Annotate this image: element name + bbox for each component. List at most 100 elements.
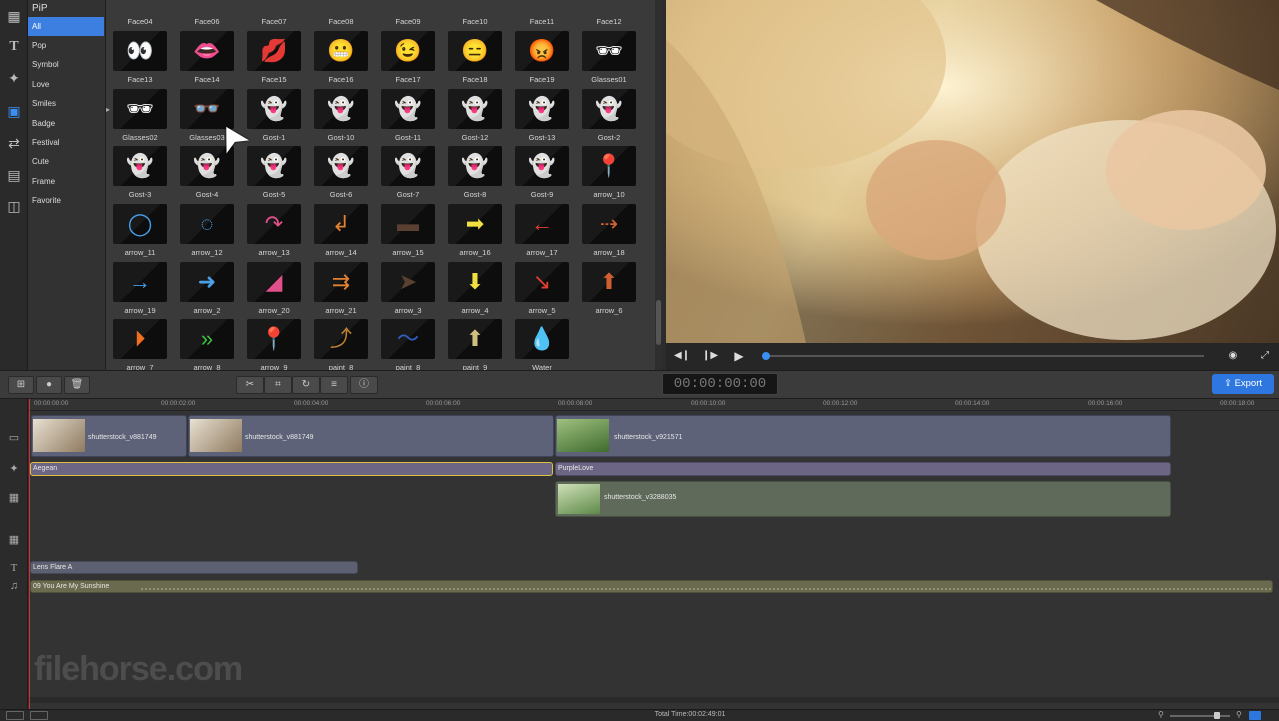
filter-icon[interactable]: ▤: [4, 165, 24, 185]
step-forward-icon[interactable]: ❙▶: [702, 349, 718, 363]
category-item-frame[interactable]: Frame: [28, 172, 104, 191]
video-clip-2[interactable]: shutterstock_v881749: [188, 415, 554, 457]
effects-icon[interactable]: ✦: [4, 68, 24, 88]
pip-tile[interactable]: 👻: [314, 89, 368, 129]
pip-clip[interactable]: shutterstock_v3288035: [555, 481, 1171, 517]
pip-tile[interactable]: ◌: [180, 204, 234, 244]
adjust-icon[interactable]: ≡: [320, 376, 348, 394]
delete-icon[interactable]: 🗑: [64, 376, 90, 394]
layout-toggle-1-icon[interactable]: [6, 711, 24, 720]
add-media-icon[interactable]: ⊞: [8, 376, 34, 394]
pip-tile[interactable]: 〜: [381, 319, 435, 359]
overlay-icon[interactable]: ◫: [4, 196, 24, 216]
fullscreen-icon[interactable]: ⤢: [1257, 349, 1273, 363]
play-icon[interactable]: ▶: [731, 349, 747, 363]
pip-tile[interactable]: 👄: [180, 31, 234, 71]
transition-clip-2[interactable]: PurpleLove: [555, 462, 1171, 476]
zoom-slider[interactable]: [1170, 715, 1230, 717]
pip-tile[interactable]: 📍: [582, 146, 636, 186]
pip-tile[interactable]: ↲: [314, 204, 368, 244]
pip-tile[interactable]: 👻: [515, 89, 569, 129]
category-item-cute[interactable]: Cute: [28, 152, 104, 171]
rotate-icon[interactable]: ↻: [292, 376, 320, 394]
snapshot-icon[interactable]: ◉: [1225, 349, 1241, 363]
pip-tile[interactable]: 💋: [247, 31, 301, 71]
pip-tile[interactable]: ←: [515, 204, 569, 244]
zoom-out-icon[interactable]: ⚲: [1158, 710, 1164, 719]
video-clip-1[interactable]: shutterstock_v881749: [31, 415, 187, 457]
category-item-all[interactable]: All: [28, 17, 104, 36]
pip-tile[interactable]: 👻: [515, 146, 569, 186]
pip-tile[interactable]: ↘: [515, 262, 569, 302]
category-item-favorite[interactable]: Favorite: [28, 191, 104, 210]
pip-tile[interactable]: »: [180, 319, 234, 359]
step-back-icon[interactable]: ◀❙: [674, 349, 690, 363]
category-item-badge[interactable]: Badge: [28, 114, 104, 133]
pip-tile[interactable]: ➤: [381, 262, 435, 302]
category-item-smiles[interactable]: Smiles: [28, 94, 104, 113]
layout-toggle-2-icon[interactable]: [30, 711, 48, 720]
pip-tile[interactable]: 👻: [582, 89, 636, 129]
pip-tile[interactable]: 😬: [314, 31, 368, 71]
pip-tile[interactable]: 👻: [247, 146, 301, 186]
text-clip[interactable]: Lens Flare A: [30, 561, 358, 574]
pip-tile[interactable]: ⤴: [314, 319, 368, 359]
pip-tile[interactable]: 👀: [113, 31, 167, 71]
pip-tile[interactable]: 😑: [448, 31, 502, 71]
pip-tile[interactable]: 📍: [247, 319, 301, 359]
audio-clip[interactable]: 09 You Are My Sunshine: [30, 580, 1273, 593]
export-button[interactable]: ⇪ Export: [1212, 374, 1274, 394]
pip-tile[interactable]: 😉: [381, 31, 435, 71]
pip-tile[interactable]: 👻: [381, 89, 435, 129]
pip-tile[interactable]: ⏵: [113, 319, 167, 359]
collapse-arrow-icon[interactable]: ▸: [106, 104, 111, 116]
pip-tile[interactable]: ▬: [381, 204, 435, 244]
pip-tile[interactable]: ↷: [247, 204, 301, 244]
pip-tile[interactable]: 👻: [381, 146, 435, 186]
record-voice-icon[interactable]: ●: [36, 376, 62, 394]
pip-tile[interactable]: ➡: [448, 204, 502, 244]
pip-tile[interactable]: 👻: [247, 89, 301, 129]
category-item-symbol[interactable]: Symbol: [28, 55, 104, 74]
timeline-ruler[interactable]: 00:00:00:00 00:00:02:00 00:00:04:00 00:00:0…: [28, 399, 1279, 411]
pip-tile[interactable]: ⇢: [582, 204, 636, 244]
pip-tile[interactable]: 🕶: [113, 89, 167, 129]
transition-clip-1[interactable]: Aegean: [30, 462, 553, 476]
tile-glyph: ◢: [265, 269, 283, 294]
pip-tile[interactable]: →: [113, 262, 167, 302]
pip-tile[interactable]: ◯: [113, 204, 167, 244]
fit-timeline-icon[interactable]: [1249, 711, 1261, 720]
media-icon[interactable]: ▦: [4, 6, 24, 26]
pip-tile[interactable]: 🕶: [582, 31, 636, 71]
text-icon[interactable]: T: [4, 37, 24, 57]
info-icon[interactable]: ⓘ: [350, 376, 378, 394]
cut-icon[interactable]: ✂: [236, 376, 264, 394]
pip-tile[interactable]: ➜: [180, 262, 234, 302]
timeline-scrollbar[interactable]: [28, 697, 1279, 703]
pip-icon[interactable]: ▣: [4, 101, 24, 121]
video-clip-3[interactable]: shutterstock_v921571: [555, 415, 1171, 457]
zoom-in-icon[interactable]: ⚲: [1236, 710, 1242, 719]
pip-tile[interactable]: 😡: [515, 31, 569, 71]
pip-tile[interactable]: 👻: [314, 146, 368, 186]
scrub-track[interactable]: [766, 355, 1204, 357]
pip-tile[interactable]: 👻: [448, 146, 502, 186]
pip-tile[interactable]: ⬆: [448, 319, 502, 359]
pip-tile[interactable]: ⇉: [314, 262, 368, 302]
transition-icon[interactable]: ⇄: [4, 133, 24, 153]
pip-tile[interactable]: ⬇: [448, 262, 502, 302]
category-item-love[interactable]: Love: [28, 75, 104, 94]
category-item-festival[interactable]: Festival: [28, 133, 104, 152]
pip-tile[interactable]: ◢: [247, 262, 301, 302]
pip-tile[interactable]: 👓: [180, 89, 234, 129]
grid-scroll-thumb[interactable]: [656, 300, 661, 345]
pip-tile[interactable]: 💧: [515, 319, 569, 359]
pip-tile[interactable]: ⬆: [582, 262, 636, 302]
zoom-slider-handle[interactable]: [1214, 712, 1220, 719]
pip-tile[interactable]: 👻: [113, 146, 167, 186]
playhead[interactable]: [29, 399, 30, 709]
scrub-handle[interactable]: [762, 352, 770, 360]
category-item-pop[interactable]: Pop: [28, 36, 104, 55]
crop-icon[interactable]: ⌗: [264, 376, 292, 394]
pip-tile[interactable]: 👻: [448, 89, 502, 129]
